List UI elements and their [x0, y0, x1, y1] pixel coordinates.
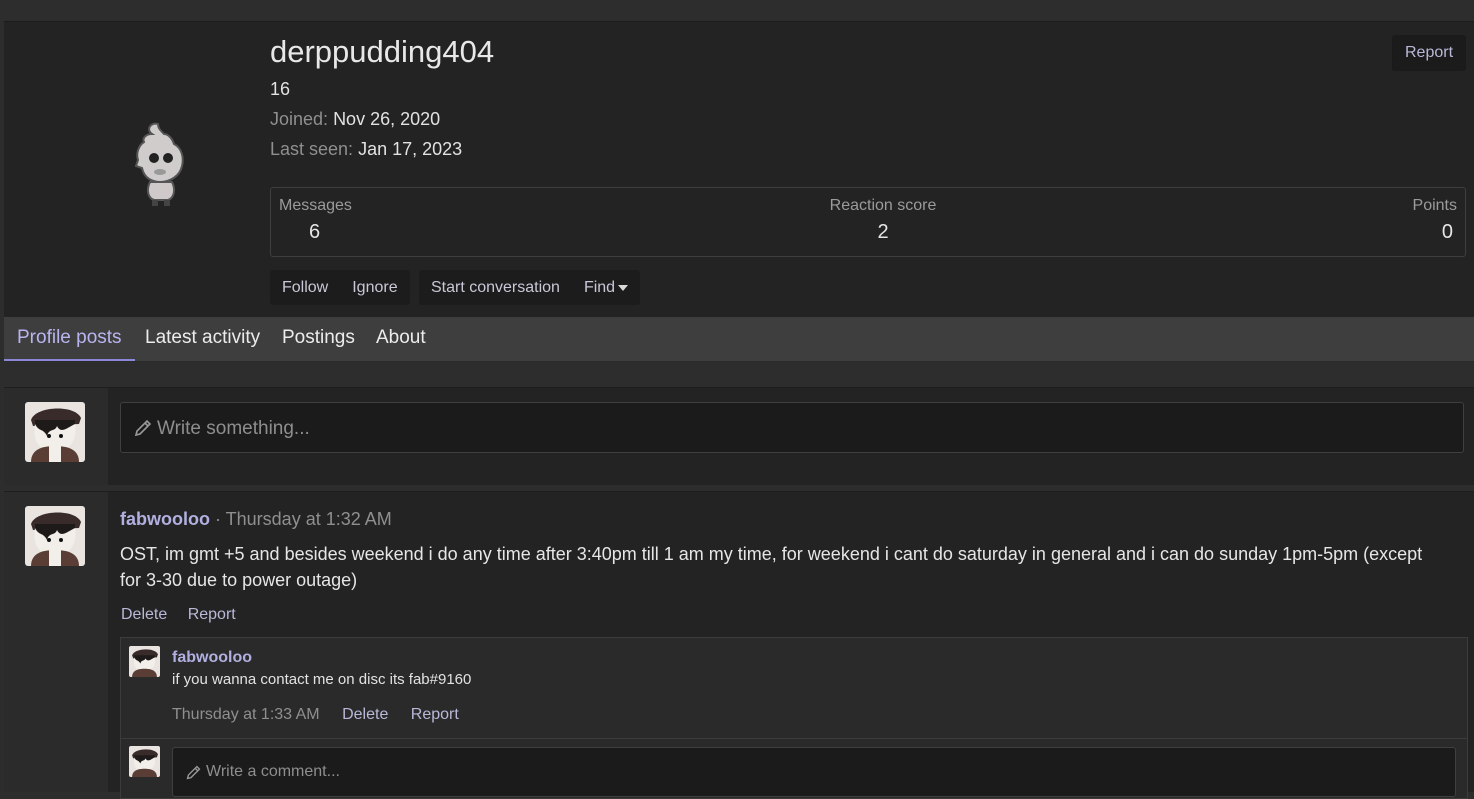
current-user-avatar[interactable] [25, 402, 85, 462]
pencil-icon [134, 419, 152, 437]
tab-latest-activity[interactable]: Latest activity [132, 317, 273, 359]
post-comments: fabwooloo if you wanna contact me on dis… [120, 637, 1468, 799]
comment-author-link[interactable]: fabwooloo [172, 649, 252, 667]
last-seen-info: Last seen: Jan 17, 2023 [270, 139, 462, 160]
comment-author-avatar[interactable] [129, 646, 160, 677]
tab-about[interactable]: About [363, 317, 439, 359]
tab-profile-posts[interactable]: Profile posts [4, 317, 135, 361]
stat-points-label: Points [1412, 197, 1457, 214]
last-seen-label: Last seen: [270, 139, 354, 159]
write-something-placeholder: Write something... [157, 418, 310, 439]
comment-text: if you wanna contact me on disc its fab#… [172, 671, 472, 688]
comment-divider [121, 738, 1467, 739]
comment-composer-avatar[interactable] [129, 746, 160, 777]
start-conversation-button[interactable]: Start conversation [419, 270, 572, 305]
post-header: fabwooloo · Thursday at 1:32 AM [120, 509, 392, 530]
find-label: Find [583, 279, 616, 296]
post-avatar-column [4, 492, 108, 792]
post-body: OST, im gmt +5 and besides weekend i do … [120, 544, 1423, 590]
profile-username: derppudding404 [270, 34, 495, 69]
profile-header: derppudding404 16 Joined: Nov 26, 2020 L… [4, 21, 1474, 318]
joined-label: Joined: [270, 109, 329, 129]
profile-post: fabwooloo · Thursday at 1:32 AM OST, im … [4, 491, 1474, 799]
chevron-down-icon [618, 284, 629, 291]
profile-tabs: Profile posts Latest activity Postings A… [4, 317, 1474, 362]
composer-avatar-column [4, 388, 108, 485]
post-separator: · [209, 509, 226, 529]
comment-timestamp[interactable]: Thursday at 1:33 AM [172, 706, 320, 723]
tab-postings[interactable]: Postings [269, 317, 368, 359]
comment-delete-link[interactable]: Delete [342, 706, 388, 723]
stat-points[interactable]: Points 0 [1413, 197, 1457, 244]
post-author-avatar[interactable] [25, 506, 85, 566]
stat-messages[interactable]: Messages 6 [279, 197, 352, 244]
write-comment-placeholder: Write a comment... [206, 763, 340, 780]
write-something-input[interactable]: Write something... [120, 402, 1464, 453]
stat-reaction-label: Reaction score [829, 197, 937, 214]
stat-reaction-score: Reaction score 2 [819, 197, 947, 244]
profile-stats: Messages 6 Reaction score 2 Points 0 [270, 187, 1466, 257]
stat-points-value: 0 [1441, 221, 1453, 243]
comment-report-link[interactable]: Report [411, 706, 459, 723]
report-profile-button[interactable]: Report [1392, 35, 1466, 71]
joined-date: Nov 26, 2020 [333, 109, 441, 129]
stat-messages-label: Messages [279, 197, 352, 214]
post-report-link[interactable]: Report [188, 606, 236, 623]
stat-reaction-value: 2 [877, 221, 889, 243]
post-delete-link[interactable]: Delete [121, 606, 167, 623]
conversation-find-group: Start conversation Find [419, 270, 641, 305]
follow-ignore-group: Follow Ignore [270, 270, 410, 305]
user-title: 16 [270, 79, 291, 99]
write-comment-input[interactable]: Write a comment... [172, 747, 1456, 797]
stat-messages-value: 6 [309, 221, 321, 243]
post-timestamp[interactable]: Thursday at 1:32 AM [226, 509, 392, 529]
comment-meta: Thursday at 1:33 AM Delete Report [172, 706, 459, 724]
follow-button[interactable]: Follow [270, 270, 340, 305]
pencil-icon [186, 765, 201, 780]
post-author-link[interactable]: fabwooloo [120, 509, 210, 529]
find-dropdown-button[interactable]: Find [572, 270, 640, 305]
profile-post-composer: Write something... [4, 387, 1474, 485]
post-actions: Delete Report [121, 606, 252, 624]
joined-info: Joined: Nov 26, 2020 [270, 109, 440, 130]
profile-avatar[interactable] [124, 120, 200, 212]
ignore-button[interactable]: Ignore [340, 270, 409, 305]
last-seen-date: Jan 17, 2023 [358, 139, 463, 159]
